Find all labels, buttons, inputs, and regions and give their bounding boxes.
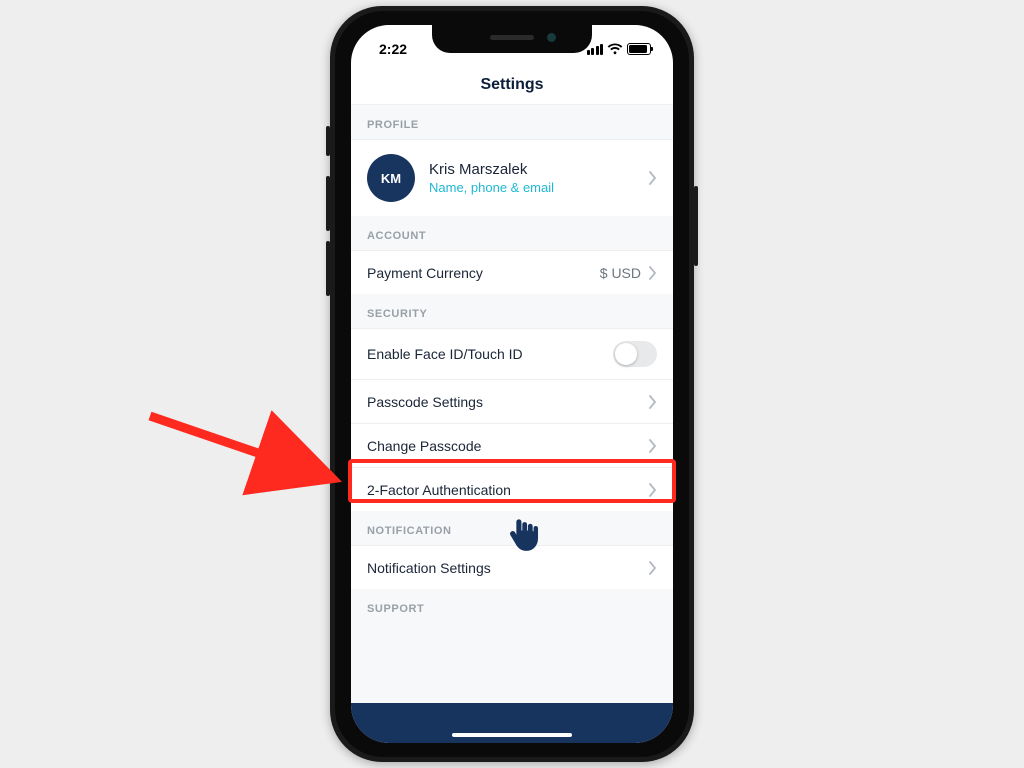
face-id-row[interactable]: Enable Face ID/Touch ID	[351, 328, 673, 379]
section-header-notification: NOTIFICATION	[351, 511, 673, 545]
phone-mute-switch	[326, 126, 330, 156]
payment-currency-value: $ USD	[600, 265, 641, 281]
phone-volume-up	[326, 176, 330, 231]
passcode-settings-row[interactable]: Passcode Settings	[351, 379, 673, 423]
status-time: 2:22	[379, 41, 407, 57]
chevron-right-icon	[649, 395, 657, 409]
change-passcode-row[interactable]: Change Passcode	[351, 423, 673, 467]
notification-settings-row[interactable]: Notification Settings	[351, 545, 673, 589]
notification-settings-label: Notification Settings	[367, 560, 649, 576]
chevron-right-icon	[649, 561, 657, 575]
profile-name: Kris Marszalek	[429, 161, 649, 178]
chevron-right-icon	[649, 266, 657, 280]
section-header-account: ACCOUNT	[351, 216, 673, 250]
phone-frame: 2:22 Settings PROFILE KM Kri	[330, 6, 694, 762]
toggle-knob	[615, 343, 637, 365]
chevron-right-icon	[649, 483, 657, 497]
payment-currency-label: Payment Currency	[367, 265, 600, 281]
home-indicator[interactable]	[452, 733, 572, 737]
settings-content: PROFILE KM Kris Marszalek Name, phone & …	[351, 105, 673, 703]
chevron-right-icon	[649, 439, 657, 453]
face-id-label: Enable Face ID/Touch ID	[367, 346, 613, 362]
annotation-arrow-icon	[140, 398, 350, 503]
profile-subtitle: Name, phone & email	[429, 180, 649, 195]
face-id-toggle[interactable]	[613, 341, 657, 367]
avatar: KM	[367, 154, 415, 202]
battery-icon	[627, 43, 651, 55]
passcode-settings-label: Passcode Settings	[367, 394, 649, 410]
wifi-icon	[607, 43, 623, 55]
phone-screen: 2:22 Settings PROFILE KM Kri	[351, 25, 673, 743]
section-header-profile: PROFILE	[351, 105, 673, 139]
cellular-signal-icon	[587, 44, 604, 55]
phone-front-camera	[547, 33, 556, 42]
phone-notch	[432, 25, 592, 53]
phone-inner-bezel: 2:22 Settings PROFILE KM Kri	[335, 11, 689, 757]
page-title: Settings	[351, 65, 673, 105]
phone-speaker	[490, 35, 534, 40]
section-header-support: SUPPORT	[351, 589, 673, 623]
change-passcode-label: Change Passcode	[367, 438, 649, 454]
phone-power-button	[694, 186, 698, 266]
phone-volume-down	[326, 241, 330, 296]
section-header-security: SECURITY	[351, 294, 673, 328]
payment-currency-row[interactable]: Payment Currency $ USD	[351, 250, 673, 294]
two-factor-auth-label: 2-Factor Authentication	[367, 482, 649, 498]
profile-row[interactable]: KM Kris Marszalek Name, phone & email	[351, 139, 673, 216]
bottom-nav-bar	[351, 703, 673, 743]
chevron-right-icon	[649, 171, 657, 185]
two-factor-auth-row[interactable]: 2-Factor Authentication	[351, 467, 673, 511]
